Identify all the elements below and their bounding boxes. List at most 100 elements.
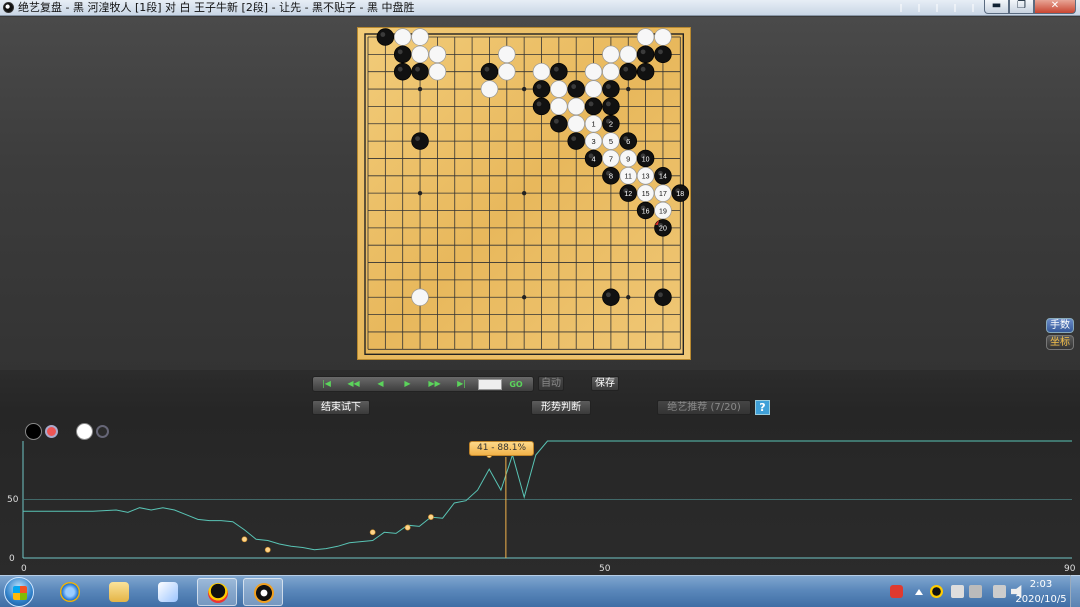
- white-stone[interactable]: [393, 28, 412, 46]
- black-stone[interactable]: [567, 80, 585, 98]
- key-move-marker[interactable]: [428, 514, 434, 520]
- taskbar-ie[interactable]: [50, 578, 90, 606]
- black-stone[interactable]: [619, 62, 638, 81]
- close-button[interactable]: ✕: [1034, 0, 1076, 14]
- white-stone[interactable]: [428, 62, 447, 81]
- maximize-button[interactable]: ❐: [1009, 0, 1034, 14]
- back-one-button[interactable]: ◀: [367, 377, 394, 391]
- white-stone[interactable]: [532, 62, 551, 81]
- black-stone[interactable]: [602, 80, 620, 98]
- taskbar-explorer[interactable]: [99, 578, 139, 606]
- black-stone[interactable]: [584, 97, 603, 116]
- y-tick-50: 50: [7, 495, 19, 505]
- white-stone[interactable]: [567, 97, 585, 116]
- black-stone[interactable]: [654, 45, 672, 64]
- bird-app-icon: [158, 582, 178, 602]
- stone-highlight: [484, 66, 490, 72]
- black-stone[interactable]: [654, 288, 672, 307]
- forward-ten-button[interactable]: ▶▶: [421, 377, 448, 391]
- first-move-button[interactable]: |◀: [313, 377, 340, 391]
- white-stone[interactable]: [602, 62, 620, 81]
- taskbar-qq[interactable]: [197, 578, 237, 606]
- go-board[interactable]: 1 2 3 4 5 6 7 8 9 10 11 12 13 14 15 16 17 18 19 20: [357, 27, 691, 360]
- sogou-input-icon[interactable]: [890, 585, 903, 598]
- black-stone[interactable]: [393, 45, 412, 64]
- forward-one-button[interactable]: ▶: [394, 377, 421, 391]
- help-icon[interactable]: ?: [755, 400, 770, 415]
- tab-move-numbers[interactable]: 手数: [1046, 318, 1074, 333]
- black-stone[interactable]: [636, 45, 655, 64]
- board-grid[interactable]: 1 2345 6789 10111213 14151617 181920: [358, 28, 692, 361]
- black-stone[interactable]: [393, 62, 412, 81]
- show-desktop-button[interactable]: [1070, 575, 1080, 607]
- stone-highlight: [415, 66, 420, 72]
- white-stone[interactable]: [550, 97, 568, 116]
- tab-coordinates[interactable]: 坐标: [1046, 335, 1074, 350]
- white-stone[interactable]: [411, 28, 429, 46]
- network-icon[interactable]: [993, 585, 1006, 598]
- clock-time[interactable]: 2:03: [1021, 579, 1061, 590]
- taskbar-feishu[interactable]: [148, 578, 188, 606]
- show-hidden-icons-icon[interactable]: [915, 589, 923, 595]
- black-stone[interactable]: [411, 132, 429, 150]
- white-stone[interactable]: [411, 45, 429, 64]
- move-number-label: 20: [659, 226, 667, 233]
- move-number-input[interactable]: [478, 378, 502, 390]
- black-stone[interactable]: [550, 62, 568, 81]
- white-stone[interactable]: [480, 80, 499, 98]
- usb-icon[interactable]: [969, 585, 982, 598]
- taskbar-go-review[interactable]: [243, 578, 283, 606]
- white-stone[interactable]: [567, 114, 585, 133]
- stone-highlight: [553, 118, 559, 124]
- black-stone[interactable]: [602, 97, 620, 116]
- minimize-button[interactable]: ▬: [984, 0, 1009, 14]
- key-move-marker[interactable]: [264, 546, 271, 553]
- white-stone[interactable]: [619, 45, 638, 64]
- save-button[interactable]: 保存: [591, 376, 619, 391]
- black-stone[interactable]: [636, 62, 655, 81]
- win-rate-chart[interactable]: [0, 437, 1080, 575]
- auto-play-button[interactable]: 自动: [538, 376, 564, 391]
- white-stone[interactable]: [654, 28, 672, 46]
- white-stone[interactable]: [428, 45, 447, 64]
- judge-position-button[interactable]: 形势判断: [531, 400, 591, 415]
- white-stone[interactable]: [584, 62, 603, 81]
- black-stone[interactable]: [550, 114, 568, 133]
- white-stone[interactable]: [498, 62, 516, 81]
- end-trial-button[interactable]: 结束试下: [312, 400, 370, 415]
- stone-highlight: [606, 101, 611, 107]
- key-move-marker[interactable]: [369, 529, 376, 536]
- white-stone[interactable]: [498, 45, 516, 64]
- win-rate-tooltip: 41 - 88.1%: [469, 441, 534, 456]
- device-icon[interactable]: [951, 585, 964, 598]
- move-number-label: 6: [626, 137, 630, 146]
- white-stone[interactable]: [602, 45, 620, 64]
- start-button[interactable]: [4, 577, 34, 607]
- black-stone[interactable]: [480, 62, 499, 81]
- last-move-button[interactable]: ▶|: [448, 377, 475, 391]
- black-stone[interactable]: [532, 97, 551, 116]
- key-move-marker[interactable]: [404, 524, 411, 531]
- title-bar[interactable]: 绝艺复盘 - 黑 河湟牧人 [1段] 对 白 王子牛新 [2段] - 让先 - …: [0, 0, 1080, 16]
- white-stone[interactable]: [550, 80, 568, 98]
- black-stone[interactable]: [532, 80, 551, 98]
- black-stone[interactable]: [602, 288, 620, 307]
- stone-highlight: [606, 84, 611, 89]
- ai-recommend-button[interactable]: 绝艺推荐 (7/20): [657, 400, 751, 415]
- white-stone[interactable]: [584, 80, 603, 98]
- white-stone[interactable]: [411, 288, 429, 307]
- go-button[interactable]: GO: [505, 380, 527, 389]
- black-stone[interactable]: [567, 132, 585, 150]
- qq-tray-icon[interactable]: [930, 585, 943, 598]
- key-move-marker[interactable]: [241, 536, 248, 543]
- stone-highlight: [553, 66, 559, 72]
- title-bar-decoration: [900, 4, 980, 12]
- clock-date[interactable]: 2020/10/5: [1011, 594, 1071, 605]
- star-point: [417, 86, 423, 92]
- black-stone[interactable]: [411, 62, 429, 81]
- move-number-label: 18: [676, 191, 684, 198]
- black-stone[interactable]: [376, 28, 395, 46]
- back-ten-button[interactable]: ◀◀: [340, 377, 367, 391]
- white-stone[interactable]: [636, 28, 655, 46]
- stone-highlight: [606, 292, 611, 298]
